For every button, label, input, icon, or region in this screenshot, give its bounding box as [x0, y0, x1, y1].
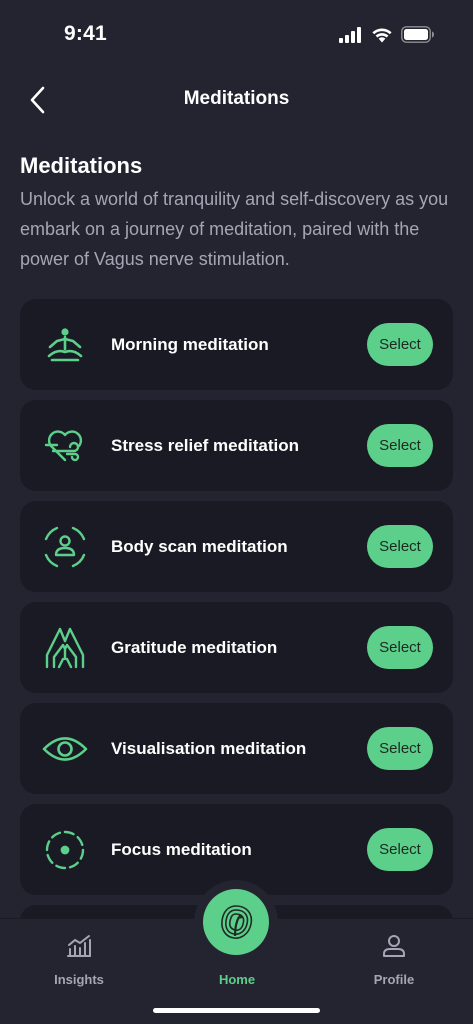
nav-title: Meditations: [183, 88, 290, 109]
list-item-label: Body scan meditation: [111, 537, 288, 556]
status-icons: [339, 26, 435, 43]
status-bar: 9:41: [0, 0, 473, 70]
select-button[interactable]: Select: [367, 525, 433, 568]
select-button[interactable]: Select: [367, 828, 433, 871]
page-title: Meditations: [20, 153, 143, 178]
status-time: 9:41: [64, 22, 107, 45]
tab-label: Home: [218, 972, 256, 987]
eye-icon: [42, 726, 88, 772]
heart-wind-icon: [42, 423, 88, 469]
tab-insights[interactable]: Insights: [19, 929, 139, 987]
tab-profile[interactable]: Profile: [334, 929, 454, 987]
list-item[interactable]: Visualisation meditation Select: [20, 703, 453, 794]
select-button[interactable]: Select: [367, 727, 433, 770]
praying-hands-icon: [42, 625, 88, 671]
select-button[interactable]: Select: [367, 424, 433, 467]
meditations-screen: 9:41 Meditations Meditations Unlock a wo…: [0, 0, 473, 1024]
list-item-label: Gratitude meditation: [111, 638, 278, 657]
select-button[interactable]: Select: [367, 626, 433, 669]
lotus-pose-icon: [42, 322, 88, 368]
home-indicator: [153, 1008, 320, 1013]
home-button[interactable]: [203, 889, 269, 955]
battery-icon: [401, 26, 434, 43]
list-item[interactable]: Morning meditation Select: [20, 299, 453, 390]
list-item[interactable]: Stress relief meditation Select: [20, 400, 453, 491]
cellular-signal-icon: [339, 26, 361, 43]
wifi-icon: [372, 27, 392, 42]
focus-target-icon: [42, 827, 88, 873]
list-item-label: Visualisation meditation: [111, 739, 307, 758]
chart-icon: [19, 931, 139, 961]
body-scan-icon: [42, 524, 88, 570]
select-button[interactable]: Select: [367, 323, 433, 366]
tab-label: Insights: [54, 972, 104, 987]
list-item-label: Morning meditation: [111, 335, 269, 354]
person-icon: [334, 931, 454, 961]
tab-label: Profile: [373, 972, 415, 987]
list-item-label: Stress relief meditation: [111, 436, 300, 455]
brand-logo-icon: [221, 905, 253, 939]
list-item[interactable]: Body scan meditation Select: [20, 501, 453, 592]
page-description: Unlock a world of tranquility and self-d…: [20, 189, 449, 269]
list-item[interactable]: Gratitude meditation Select: [20, 602, 453, 693]
